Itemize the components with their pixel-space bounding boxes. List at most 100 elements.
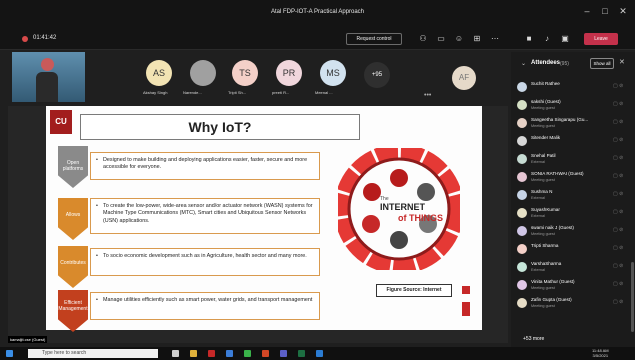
attendee-row[interactable]: swami naik J (Guest) Meeting guest ▢ ⊘ (517, 224, 627, 240)
show-all-button[interactable]: Show all (590, 58, 614, 69)
attendee-options-icon[interactable]: ▢ ⊘ (613, 299, 623, 305)
edge-icon[interactable] (316, 350, 323, 357)
more-attendees-link[interactable]: +53 more (523, 336, 544, 342)
excel-icon[interactable] (298, 350, 305, 357)
chevron-label: Contributes (60, 260, 86, 266)
attendee-options-icon[interactable]: ▢ ⊘ (613, 119, 623, 125)
presenter-head (41, 58, 54, 71)
leave-button[interactable]: Leave (584, 33, 618, 45)
reactions-icon[interactable]: ☺ (454, 34, 464, 44)
attendee-options-icon[interactable]: ▢ ⊘ (613, 173, 623, 179)
chevron-allows: Allows (58, 198, 88, 240)
attendee-name: sakshi (Guest) (531, 99, 561, 104)
presenter-video-tile[interactable] (12, 52, 85, 102)
attendee-row[interactable]: Zafin Gupta (Guest) Meeting guest ▢ ⊘ (517, 296, 627, 312)
mic-icon[interactable]: ♪ (542, 34, 552, 44)
share-icon[interactable]: ▣ (560, 34, 570, 44)
system-clock[interactable]: 11:48 AM 3/5/2021 (592, 348, 609, 358)
taskbar-search-input[interactable]: Type here to search (28, 349, 158, 358)
participant-avatar[interactable]: TS (232, 60, 258, 86)
participant-strip (8, 52, 508, 104)
wheel-caption-internet: INTERNET (380, 202, 425, 212)
strip-more-icon[interactable]: ••• (424, 92, 431, 99)
attendee-options-icon[interactable]: ▢ ⊘ (613, 245, 623, 251)
wheel-caption-things: of THINGS (398, 213, 443, 223)
info-box: • To create the low-power, wide-area sen… (90, 198, 320, 234)
start-icon[interactable] (6, 350, 13, 357)
participant-name: preeti R... (272, 90, 290, 95)
attendee-avatar (517, 208, 527, 218)
participant-avatar[interactable]: PR (276, 60, 302, 86)
word-icon[interactable] (226, 350, 233, 357)
attendee-row[interactable]: Sitender Malik ▢ ⊘ (517, 134, 627, 150)
attendee-options-icon[interactable]: ▢ ⊘ (613, 101, 623, 107)
panel-scrollbar[interactable] (631, 262, 634, 332)
participant-avatar[interactable]: AS (146, 60, 172, 86)
more-participants-button[interactable]: +95 (364, 62, 390, 88)
attendee-options-icon[interactable]: ▢ ⊘ (613, 83, 623, 89)
participant-photo-avatar[interactable] (190, 60, 216, 86)
chevron-label: Allows (65, 212, 81, 218)
attendee-avatar (517, 244, 527, 254)
attendee-options-icon[interactable]: ▢ ⊘ (613, 263, 623, 269)
attendees-panel: ⌄ Attendees (95) Show all ✕ Suchit Rathe… (511, 52, 635, 347)
attendee-options-icon[interactable]: ▢ ⊘ (613, 137, 623, 143)
attendee-avatar (517, 82, 527, 92)
attendee-role: External (531, 196, 545, 200)
attendee-row[interactable]: Sangeetha Singarapu (Gu... Meeting guest… (517, 116, 627, 132)
panel-close-icon[interactable]: ✕ (619, 58, 625, 66)
title-bar: Atal FDP-IOT-A Practical Approach – □ ✕ (0, 0, 635, 28)
chat-icon[interactable]: ▭ (436, 34, 446, 44)
attendee-row[interactable]: sakshi (Guest) Meeting guest ▢ ⊘ (517, 98, 627, 114)
attendee-options-icon[interactable]: ▢ ⊘ (613, 209, 623, 215)
participant-name: Akshay Singh (143, 90, 168, 95)
attendee-options-icon[interactable]: ▢ ⊘ (613, 227, 623, 233)
powerpoint-icon[interactable] (262, 350, 269, 357)
participant-avatar[interactable]: AF (452, 66, 476, 90)
slide-title: Why IoT? (80, 114, 360, 140)
attendee-row[interactable]: Sushma N External ▢ ⊘ (517, 188, 627, 204)
info-text: To socio economic development such as in… (103, 253, 307, 259)
shared-screen: CU Why IoT? Open platforms • Designed to… (8, 106, 508, 343)
acrobat-icon[interactable] (208, 350, 215, 357)
university-logo: CU (50, 110, 72, 134)
bullet-icon: • (96, 253, 98, 259)
wheel-node-top (390, 169, 408, 187)
attendee-avatar (517, 172, 527, 182)
participant-name: Narende... (183, 90, 202, 95)
close-icon[interactable]: ✕ (616, 6, 630, 17)
chrome-icon[interactable] (244, 350, 251, 357)
task-view-icon[interactable] (172, 350, 179, 357)
attendee-row[interactable]: Snehal Patil External ▢ ⊘ (517, 152, 627, 168)
attendee-row[interactable]: SONIA RATHWAI (Guest) Meeting guest ▢ ⊘ (517, 170, 627, 186)
collapse-chevron-icon[interactable]: ⌄ (521, 60, 526, 67)
panel-title: Attendees (531, 60, 561, 66)
request-control-button[interactable]: Request control (346, 33, 402, 45)
info-box: • Designed to make building and deployin… (90, 152, 320, 180)
teams-icon[interactable] (280, 350, 287, 357)
chevron-efficient-management: Efficient Management (58, 290, 88, 332)
attendee-row[interactable]: Suchit Rathee ▢ ⊘ (517, 80, 627, 96)
attendee-options-icon[interactable]: ▢ ⊘ (613, 191, 623, 197)
attendee-options-icon[interactable]: ▢ ⊘ (613, 281, 623, 287)
meeting-timer: 01:41:42 (33, 35, 57, 41)
attendee-role: Meeting guest (531, 286, 555, 290)
maximize-icon[interactable]: □ (598, 6, 612, 16)
more-actions-icon[interactable]: ⋯ (490, 34, 500, 44)
attendee-row[interactable]: Tripti Sharma ▢ ⊘ (517, 242, 627, 258)
file-explorer-icon[interactable] (190, 350, 197, 357)
attendee-row[interactable]: VarshaSharma External ▢ ⊘ (517, 260, 627, 276)
attendee-role: External (531, 214, 545, 218)
attendee-row[interactable]: SuyashKumar External ▢ ⊘ (517, 206, 627, 222)
people-icon[interactable]: ⚇ (418, 34, 428, 44)
presentation-slide: CU Why IoT? Open platforms • Designed to… (46, 106, 482, 332)
minimize-icon[interactable]: – (580, 6, 594, 16)
attendee-name: Snehal Patil (531, 153, 556, 158)
attendee-row[interactable]: Vinita Mathur (Guest) Meeting guest ▢ ⊘ (517, 278, 627, 294)
breakout-icon[interactable]: ⊞ (472, 34, 482, 44)
attendee-name: Suchit Rathee (531, 81, 560, 86)
attendee-options-icon[interactable]: ▢ ⊘ (613, 155, 623, 161)
attendee-role: Meeting guest (531, 178, 555, 182)
participant-avatar[interactable]: MS (320, 60, 346, 86)
camera-icon[interactable]: ■ (524, 34, 534, 44)
